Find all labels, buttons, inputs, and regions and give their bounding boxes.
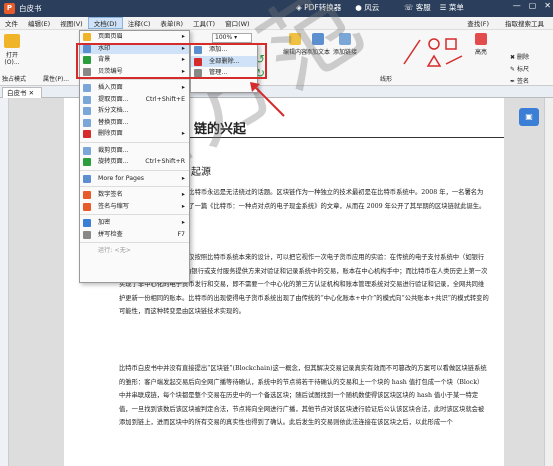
menu-item-run[interactable]: 运行: <无> (80, 245, 189, 257)
menu-item-rotate-page[interactable]: 旋转页面... Ctrl+Shift+R (80, 156, 189, 168)
menu-separator (80, 214, 189, 215)
menu-window[interactable]: 窗口(W) (220, 18, 255, 28)
menu-item-delete-page[interactable]: 删除页面 ▸ (80, 128, 189, 140)
menu-separator (80, 186, 189, 187)
shape-tools-icon (403, 38, 463, 67)
ocr-icon[interactable]: ▣ (519, 108, 539, 126)
link-icon (339, 33, 351, 45)
menu-separator (80, 169, 189, 171)
edit-icon (289, 33, 301, 45)
open-button[interactable]: 打开(O)... (2, 34, 22, 66)
menu-separator (80, 79, 189, 80)
menu-form[interactable]: 表单(R) (155, 18, 188, 28)
menu-item-sign-initials[interactable]: 签名与缩写 ▸ (80, 201, 189, 213)
menu-item-split-doc[interactable]: 拆分文档... (80, 105, 189, 117)
line-button[interactable]: 线形 (376, 74, 396, 83)
menu-document[interactable]: 文档(D) (87, 17, 123, 29)
menu-item-header-footer[interactable]: 页面页眉 ▸ (80, 31, 189, 43)
highlight-box (76, 43, 267, 79)
highlight-button[interactable]: 高亮 (468, 33, 494, 56)
standalone-mode-button[interactable]: 独占模式 (2, 74, 42, 83)
menu-item-replace-page[interactable]: 替换页面... (80, 117, 189, 129)
pdf-convert-button[interactable]: ◈ PDF转换器 (296, 2, 341, 13)
replace-page-icon (83, 118, 91, 127)
menu-file[interactable]: 文件 (0, 18, 23, 28)
app-logo: P (4, 3, 15, 14)
doc-subtitle: 起源 (191, 167, 211, 178)
menu-view[interactable]: 视图(V) (55, 18, 88, 28)
insert-page-icon (83, 84, 91, 92)
sign-button[interactable]: ✒ 签名 (510, 76, 544, 85)
user-button[interactable]: ● 风云 (355, 2, 379, 13)
text-icon (312, 33, 324, 45)
lock-icon (83, 219, 91, 227)
vertical-scrollbar[interactable] (544, 98, 553, 466)
digital-sign-icon (83, 191, 91, 199)
window-title: 白皮书 (19, 4, 42, 13)
close-icon[interactable]: ✕ (544, 1, 551, 10)
menu-separator (80, 141, 189, 143)
maximize-icon[interactable]: ▢ (529, 1, 537, 10)
menu-bar: 文件 编辑(E) 视图(V) 文档(D) 注释(C) 表单(R) 工具(T) 窗… (0, 17, 553, 30)
header-footer-icon (83, 33, 91, 41)
zoom-select[interactable]: 100% ▾ (212, 33, 252, 43)
split-doc-icon (83, 107, 91, 115)
doc-title: 链的兴起 (194, 122, 247, 137)
menu-separator (80, 242, 189, 243)
pointer-search-button[interactable]: 指取搜索工具 (500, 18, 549, 28)
add-link-button[interactable]: 添加链接 (330, 33, 360, 56)
service-button[interactable]: ☏ 客服 (404, 2, 431, 13)
menu-item-more-pages[interactable]: More for Pages ▸ (80, 173, 189, 185)
more-pages-icon (83, 174, 91, 183)
menu-button[interactable]: ☰ 菜单 (440, 2, 464, 13)
folder-icon (4, 34, 20, 48)
shape-tools[interactable] (400, 34, 470, 70)
menu-item-extract-page[interactable]: 提取页面... Ctrl+Shift+E (80, 94, 189, 106)
menu-item-encrypt[interactable]: 加密 ▸ (80, 217, 189, 229)
minimize-icon[interactable]: — (513, 1, 521, 10)
sign-initials-icon (83, 202, 91, 211)
title-bar: P 白皮书 ◈ PDF转换器 ● 风云 ☏ 客服 ☰ 菜单 — ▢ ✕ (0, 0, 553, 17)
menu-item-crop-page[interactable]: 裁剪页面... (80, 145, 189, 157)
document-tab[interactable]: 白皮书 ✕ (2, 87, 42, 98)
delete-page-icon (83, 130, 91, 138)
rotate-page-icon (83, 158, 91, 166)
menu-edit[interactable]: 编辑(E) (23, 18, 55, 28)
crop-icon (83, 146, 91, 155)
annotation-arrow-icon (250, 82, 285, 117)
eraser-button[interactable]: ✖ 删除 (510, 52, 544, 61)
menu-comment[interactable]: 注释(C) (123, 18, 156, 28)
add-text-button[interactable]: 添加文本 (303, 33, 333, 56)
spell-check-icon (83, 230, 91, 239)
menu-tools[interactable]: 工具(T) (188, 18, 220, 28)
extract-page-icon (83, 95, 91, 104)
left-panel-bar[interactable] (0, 98, 9, 466)
menu-item-digital-sign[interactable]: 数字签名 ▸ (80, 189, 189, 201)
highlight-icon (475, 33, 487, 45)
find-button[interactable]: 查找(F) (462, 18, 494, 28)
paragraph-3: 比特币白皮书中并没有直接提出“区块链”(Blockchain)这一概念，但其解决… (119, 365, 487, 426)
menu-item-insert-page[interactable]: 插入页面 ▸ (80, 82, 189, 94)
menu-item-spell-check[interactable]: 拼写检查 F7 (80, 229, 189, 241)
properties-button[interactable]: 属性(P)... (43, 74, 79, 83)
ruler-button[interactable]: ✎ 标尺 (510, 64, 544, 73)
